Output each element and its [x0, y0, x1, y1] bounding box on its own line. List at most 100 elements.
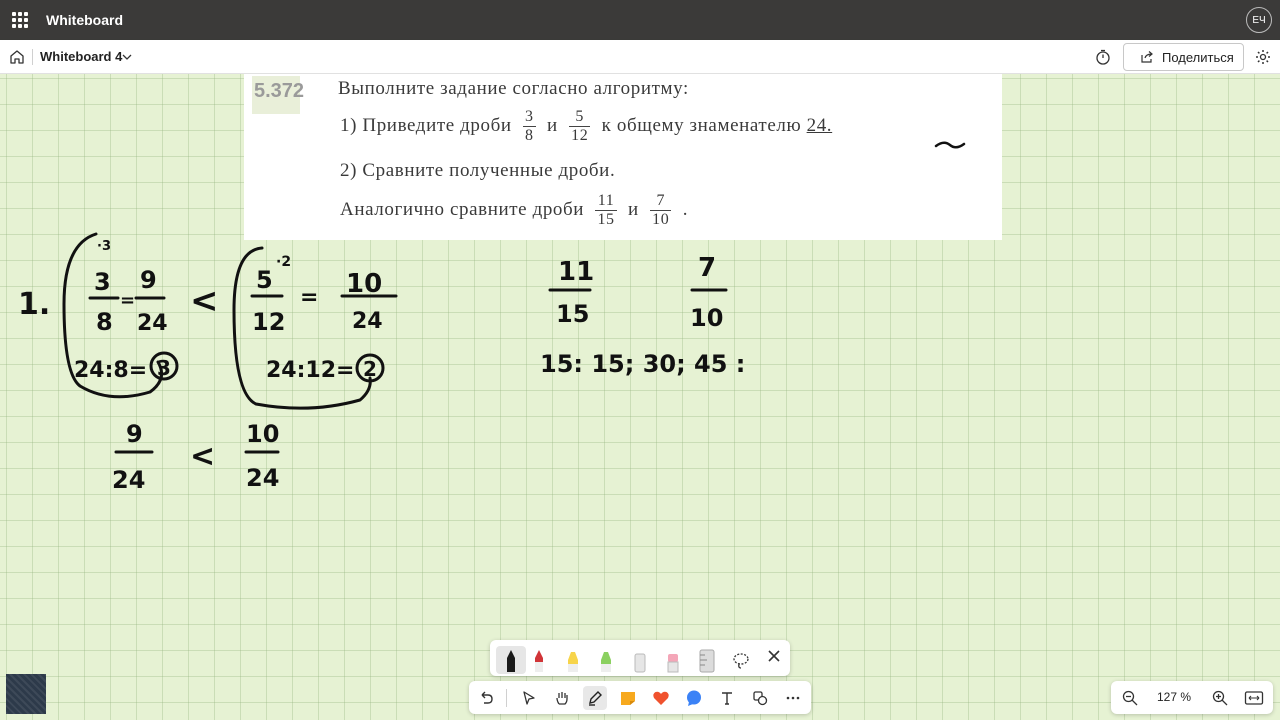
fit-to-screen-icon[interactable]: [1244, 689, 1264, 707]
problem-line-2: 1) Приведите дроби 38 и 5 12 к общему зна…: [340, 108, 832, 145]
share-button[interactable]: Поделиться: [1123, 43, 1244, 71]
factor-b: ·2: [276, 254, 291, 270]
text-icon: [722, 692, 732, 705]
pen-tool[interactable]: [583, 686, 607, 710]
line4-and: и: [628, 198, 639, 220]
undo-icon: [481, 691, 493, 704]
black-pen-icon[interactable]: [496, 646, 526, 674]
factor-a: ·3: [97, 239, 111, 254]
app-name: Whiteboard: [46, 12, 123, 28]
hand-icon: [556, 692, 568, 705]
frac-b-num: 5: [256, 266, 273, 294]
reactions-tool[interactable]: [649, 686, 673, 710]
calc-b: 24:12=: [266, 358, 354, 383]
fraction-5-12: 5 12: [569, 108, 591, 144]
compare-2: <: [190, 439, 215, 474]
line2-and: и: [546, 114, 558, 136]
timer-icon[interactable]: [1094, 48, 1112, 66]
fraction-11-15: 11 15: [595, 192, 617, 228]
pink-eraser-icon[interactable]: [662, 646, 684, 674]
res-a-num: 9: [140, 266, 157, 294]
pen-tray: [490, 640, 790, 676]
more-icon: [786, 696, 800, 700]
bracket-b: [232, 246, 372, 410]
cursor-icon: [523, 691, 535, 705]
fraction-3-8: 38: [523, 108, 536, 144]
eraser-icon[interactable]: [629, 646, 651, 674]
comment-icon: [687, 690, 701, 706]
text-tool[interactable]: [715, 686, 739, 710]
line4-end: .: [682, 198, 689, 220]
comment-tool[interactable]: [682, 686, 706, 710]
select-tool[interactable]: [517, 686, 541, 710]
frac-c-num: 9: [126, 420, 143, 448]
app-launcher-icon[interactable]: [12, 12, 28, 28]
calc-a-result: 3: [157, 356, 171, 380]
undo-button[interactable]: [474, 686, 498, 710]
problem-line-3: 2) Сравните полученные дроби.: [340, 160, 616, 181]
bracket-a: [62, 232, 164, 399]
gear-icon[interactable]: [1254, 48, 1272, 66]
zoom-out-icon[interactable]: [1121, 689, 1139, 707]
eq-a: =: [120, 290, 135, 311]
line4-prefix: Аналогично сравните дроби: [340, 198, 585, 220]
shapes-tool[interactable]: [748, 686, 772, 710]
command-bar: Whiteboard 4 Поделиться: [0, 40, 1280, 74]
problem-line-4: Аналогично сравните дроби 11 15 и 7 10 .: [340, 192, 688, 229]
line2-value: 24.: [806, 114, 833, 136]
res-b-num: 10: [346, 269, 382, 299]
yellow-highlighter-icon[interactable]: [562, 646, 584, 674]
avatar[interactable]: ЕЧ: [1246, 7, 1272, 33]
red-pen-icon[interactable]: [528, 646, 550, 674]
chevron-down-icon[interactable]: [121, 51, 133, 63]
fraction-7-10: 7 10: [650, 192, 672, 228]
multiples: 15: 15; 30; 45 :: [540, 350, 745, 378]
circle-a: [149, 351, 179, 381]
zoom-bar: 127 %: [1111, 681, 1273, 714]
share-icon: [1141, 51, 1153, 63]
whiteboard-canvas[interactable]: 5.372 Выполните задание согласно алгорит…: [0, 74, 1280, 720]
divider: [506, 689, 507, 707]
frac-d-den: 24: [246, 464, 279, 492]
frac-e-den: 15: [556, 300, 589, 328]
green-highlighter-icon[interactable]: [595, 646, 617, 674]
frac-f-num: 7: [698, 253, 716, 283]
circle-b: [355, 353, 385, 383]
res-a-den: 24: [137, 311, 168, 336]
pen-icon: [589, 691, 602, 706]
close-icon[interactable]: [766, 648, 782, 664]
shapes-icon: [753, 691, 768, 706]
frac-e-num: 11: [558, 257, 594, 287]
frac-f-den: 10: [690, 304, 723, 332]
frac-a-den: 8: [96, 308, 113, 336]
problem-image[interactable]: 5.372 Выполните задание согласно алгорит…: [244, 74, 1002, 240]
res-b-den: 24: [352, 309, 383, 334]
zoom-level[interactable]: 127 %: [1157, 690, 1191, 704]
divider: [32, 49, 33, 65]
calc-a: 24:8=: [74, 358, 147, 383]
heart-icon: [653, 691, 669, 705]
ruler-icon[interactable]: [696, 646, 718, 674]
frac-b-den: 12: [252, 308, 285, 336]
sticky-note-icon: [621, 692, 635, 705]
line2-prefix: 1) Приведите дроби: [340, 114, 512, 136]
zoom-in-icon[interactable]: [1211, 689, 1229, 707]
pan-tool[interactable]: [550, 686, 574, 710]
participant-thumbnail[interactable]: [6, 674, 46, 714]
problem-line-1: Выполните задание согласно алгоритму:: [338, 78, 689, 99]
sticky-note-tool[interactable]: [616, 686, 640, 710]
eq-b: =: [300, 285, 318, 310]
home-icon[interactable]: [8, 48, 26, 66]
problem-number: 5.372: [252, 76, 304, 114]
title-bar: Whiteboard ЕЧ: [0, 0, 1280, 40]
lasso-icon[interactable]: [730, 646, 752, 674]
calc-b-result: 2: [363, 357, 377, 381]
line2-suffix: к общему знаменателю: [601, 114, 802, 136]
frac-d-num: 10: [246, 420, 279, 448]
item-number: 1.: [18, 287, 50, 322]
board-title[interactable]: Whiteboard 4: [40, 49, 122, 64]
more-button[interactable]: [781, 686, 805, 710]
main-toolbar: [469, 681, 811, 714]
compare-1: <: [190, 281, 219, 321]
frac-c-den: 24: [112, 466, 145, 494]
